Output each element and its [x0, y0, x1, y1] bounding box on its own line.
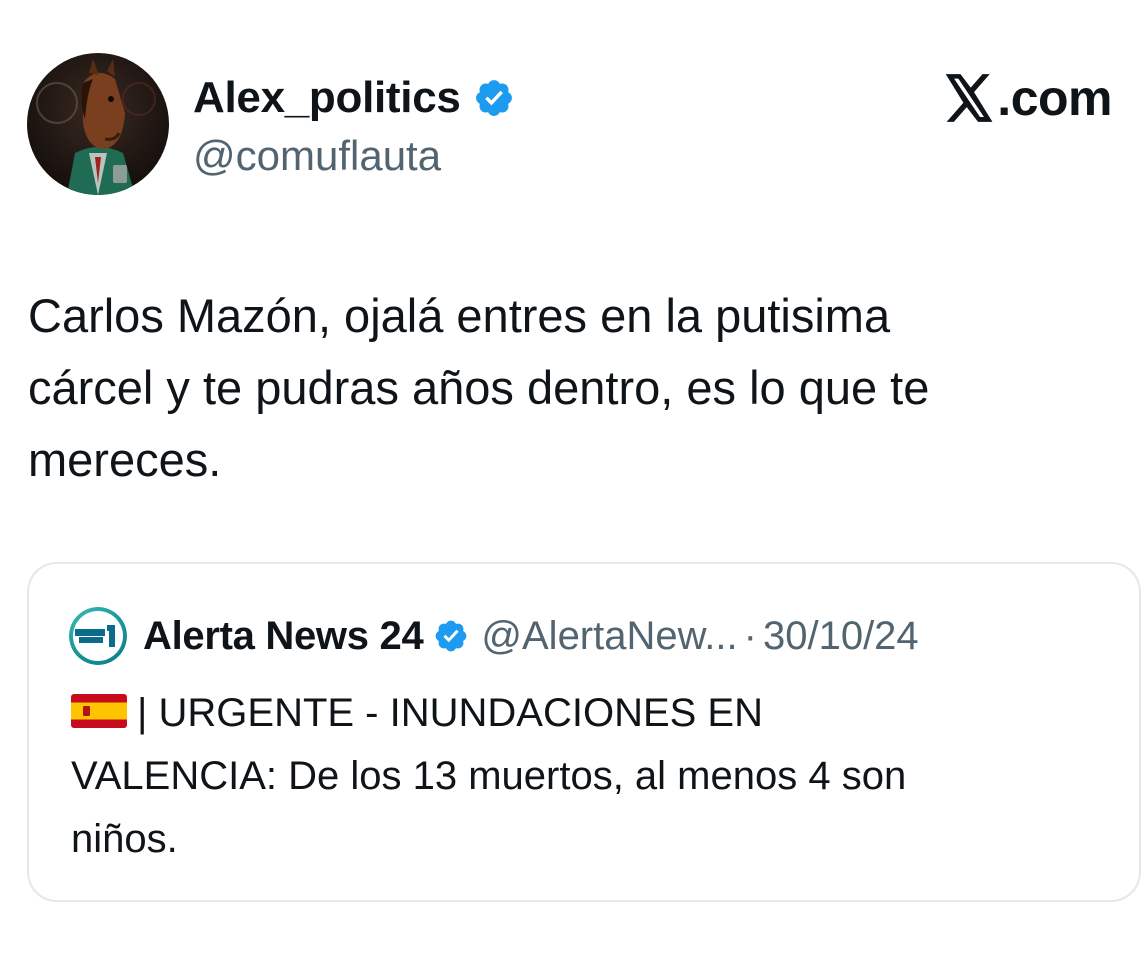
quoted-tweet-card[interactable]: Alerta News 24 @AlertaNew... · 30/10/24 … — [27, 562, 1141, 902]
quoted-tweet-text-block: | URGENTE - INUNDACIONES EN VALENCIA: De… — [71, 682, 1111, 871]
x-logo-icon — [943, 74, 995, 122]
x-com-brand: .com — [943, 70, 1112, 126]
tweet-text: Carlos Mazón, ojalá entres en la putisim… — [28, 289, 930, 486]
author-display-name[interactable]: Alex_politics — [193, 73, 461, 123]
author-name-row: Alex_politics — [193, 70, 515, 126]
horse-head-portrait-icon — [27, 53, 169, 195]
spain-flag-icon — [71, 694, 127, 728]
quoted-tweet-text: | URGENTE - INUNDACIONES EN VALENCIA: De… — [71, 691, 907, 861]
author-avatar[interactable] — [27, 53, 169, 195]
verified-badge-icon — [473, 77, 515, 119]
quoted-tweet-header: Alerta News 24 @AlertaNew... · 30/10/24 — [69, 604, 919, 668]
author-handle[interactable]: @comuflauta — [193, 132, 441, 180]
quoted-verified-badge-icon — [433, 618, 469, 654]
quoted-display-name[interactable]: Alerta News 24 — [143, 614, 424, 659]
separator-dot: · — [743, 613, 757, 658]
quoted-date[interactable]: 30/10/24 — [763, 614, 919, 659]
brand-text: .com — [997, 70, 1112, 126]
quoted-handle[interactable]: @AlertaNew... — [481, 614, 737, 659]
alerta-news-24-logo-icon[interactable] — [69, 607, 127, 665]
